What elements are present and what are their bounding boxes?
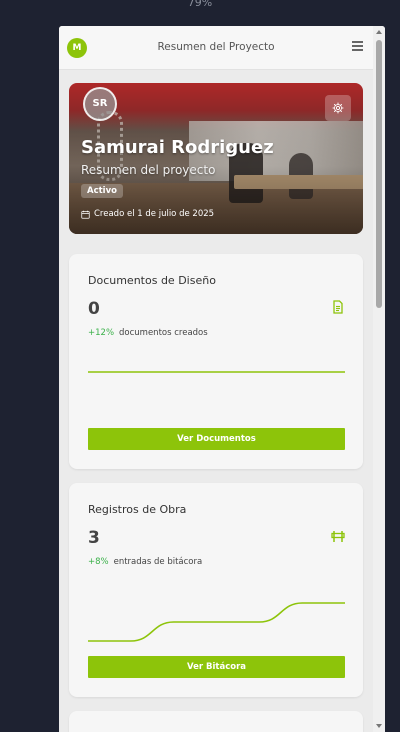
scroll-thumb[interactable]: [376, 40, 382, 308]
scroll-down-icon[interactable]: [376, 724, 382, 728]
created-date: Creado el 1 de julio de 2025: [81, 209, 214, 219]
view-documents-button[interactable]: Ver Documentos: [88, 428, 345, 450]
design-documents-card: Documentos de Diseño 0 +12% documentos cr…: [69, 254, 363, 469]
documents-trend-chart: [88, 371, 345, 373]
change-label: entradas de bitácora: [113, 557, 203, 567]
profile-avatar[interactable]: SR: [83, 87, 117, 121]
next-card: [69, 711, 363, 732]
profile-hero: SR Samurai Rodriguez Resumen del proyect…: [69, 83, 363, 234]
site-logs-card: Registros de Obra 3 +8% entradas de bitác…: [69, 483, 363, 697]
card-value: 3: [88, 528, 100, 548]
card-change: +12% documentos creados: [88, 328, 208, 338]
status-badge: Activo: [81, 184, 123, 198]
app-frame: M Resumen del Proyecto SR Samurai Rodrig…: [59, 26, 385, 732]
logs-trend-line: [88, 602, 345, 642]
change-percent: +12%: [88, 328, 115, 338]
scrollbar[interactable]: [373, 26, 385, 732]
app-header: M Resumen del Proyecto: [59, 26, 373, 70]
view-logbook-button[interactable]: Ver Bitácora: [88, 656, 345, 678]
card-title: Documentos de Diseño: [88, 274, 216, 287]
created-date-text: Creado el 1 de julio de 2025: [94, 209, 215, 219]
change-label: documentos creados: [119, 328, 208, 338]
card-change: +8% entradas de bitácora: [88, 557, 202, 567]
page-title: Resumen del Proyecto: [157, 41, 275, 53]
construction-barrier-icon: [331, 531, 345, 542]
change-percent: +8%: [88, 557, 109, 567]
scroll-up-icon[interactable]: [376, 30, 382, 34]
card-title: Registros de Obra: [88, 503, 187, 516]
settings-button[interactable]: [325, 95, 351, 121]
zoom-level: 79%: [187, 0, 213, 9]
hamburger-menu-icon[interactable]: [352, 41, 363, 51]
profile-subtitle: Resumen del proyecto: [81, 163, 216, 177]
logs-trend-chart: [88, 602, 345, 642]
card-value: 0: [88, 299, 100, 319]
profile-name: Samurai Rodriguez: [81, 137, 274, 158]
calendar-icon: [81, 210, 90, 219]
document-icon: [333, 300, 343, 314]
gear-icon: [332, 102, 344, 114]
